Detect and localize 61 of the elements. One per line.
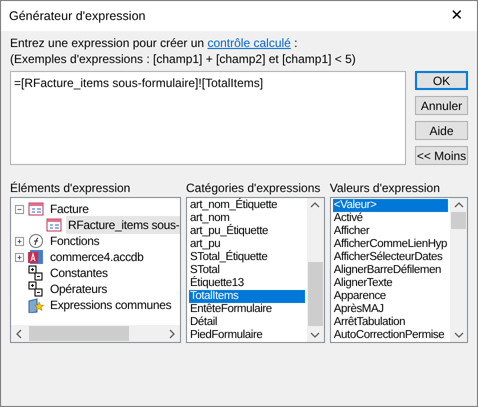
list-item[interactable]: AlignerBarreDéfilemen — [332, 264, 448, 277]
window-title: Générateur d'expression — [9, 8, 146, 25]
list-item[interactable]: AfficherSélecteurDates — [332, 251, 448, 264]
list-item[interactable]: ArrêtTabulation — [332, 316, 448, 329]
dialog-button[interactable]: Annuler — [415, 96, 468, 115]
tree-item[interactable]: Opérateurs — [48, 280, 110, 298]
list-item[interactable]: EntêteFormulaire — [189, 303, 305, 316]
list-item[interactable]: STotal — [189, 264, 305, 277]
form-icon — [27, 201, 45, 217]
operators-icon — [27, 281, 45, 297]
tree-item[interactable]: Facture — [48, 200, 91, 218]
scroll-left-icon[interactable] — [15, 328, 23, 338]
dialog-button[interactable]: Aide — [415, 121, 468, 140]
vertical-scrollbar[interactable] — [306, 198, 324, 342]
collapse-icon[interactable] — [15, 204, 24, 214]
scroll-thumb[interactable] — [451, 212, 466, 229]
list-item[interactable]: art_pu — [189, 238, 305, 251]
list-item[interactable]: Étiquette13 — [189, 277, 305, 290]
scroll-thumb[interactable] — [29, 326, 129, 341]
prompt-text: Entrez une expression pour créer un — [10, 36, 206, 50]
list-item[interactable]: Activé — [332, 212, 448, 225]
examples-text: (Exemples d'expressions : [champ1] + [champ2] et [champ1] < 5) — [10, 51, 357, 67]
expand-icon[interactable] — [15, 236, 24, 246]
scroll-thumb[interactable] — [308, 262, 323, 326]
expression-field[interactable]: =[RFacture_items sous-formulaire]![TotalItems] — [10, 71, 406, 165]
constants-icon — [27, 265, 45, 281]
list-item[interactable]: TotalItems — [189, 290, 305, 303]
list-item[interactable]: AprèsMAJ — [332, 303, 448, 316]
horizontal-scrollbar[interactable] — [11, 325, 180, 342]
close-button[interactable]: ✕ — [437, 1, 477, 31]
tree-item[interactable]: RFacture_items sous- — [66, 216, 180, 234]
tree-item[interactable]: Expressions communes — [48, 296, 174, 314]
list-item[interactable]: art_nom — [189, 212, 305, 225]
tree-item[interactable]: commerce4.accdb — [48, 248, 146, 266]
list-item[interactable]: PiedFormulaire — [189, 329, 305, 342]
dialog-button[interactable]: << Moins — [415, 146, 468, 165]
categories-heading: Catégories d'expressions — [186, 180, 322, 195]
calculated-control-link[interactable]: contrôle calculé — [207, 36, 291, 50]
list-item[interactable]: AfficherCommeLienHyp — [332, 238, 448, 251]
dialog-button[interactable]: OK — [415, 71, 468, 90]
list-item[interactable]: art_pu_Étiquette — [189, 225, 305, 238]
list-item[interactable]: STotal_Étiquette — [189, 251, 305, 264]
list-item[interactable]: Détail — [189, 316, 305, 329]
list-item[interactable]: Apparence — [332, 290, 448, 303]
list-item[interactable]: AlignerTexte — [332, 277, 448, 290]
tree-item[interactable]: Constantes — [48, 264, 110, 282]
function-icon — [27, 233, 45, 249]
values-heading: Valeurs d'expression — [330, 180, 441, 195]
vertical-scrollbar[interactable] — [450, 198, 467, 342]
expand-icon[interactable] — [15, 252, 24, 262]
form-icon — [45, 217, 63, 233]
list-item[interactable]: Afficher — [332, 225, 448, 238]
star-folder-icon — [27, 297, 45, 313]
elements-heading: Éléments d'expression — [10, 180, 132, 195]
database-icon — [27, 249, 45, 265]
scroll-right-icon[interactable] — [168, 328, 176, 338]
list-item[interactable]: <Valeur> — [332, 199, 448, 212]
colon-text: : — [293, 36, 298, 50]
tree-item[interactable]: Fonctions — [48, 232, 102, 250]
list-item[interactable]: AutoCorrectionPermise — [332, 329, 448, 342]
list-item[interactable]: art_nom_Étiquette — [189, 199, 305, 212]
